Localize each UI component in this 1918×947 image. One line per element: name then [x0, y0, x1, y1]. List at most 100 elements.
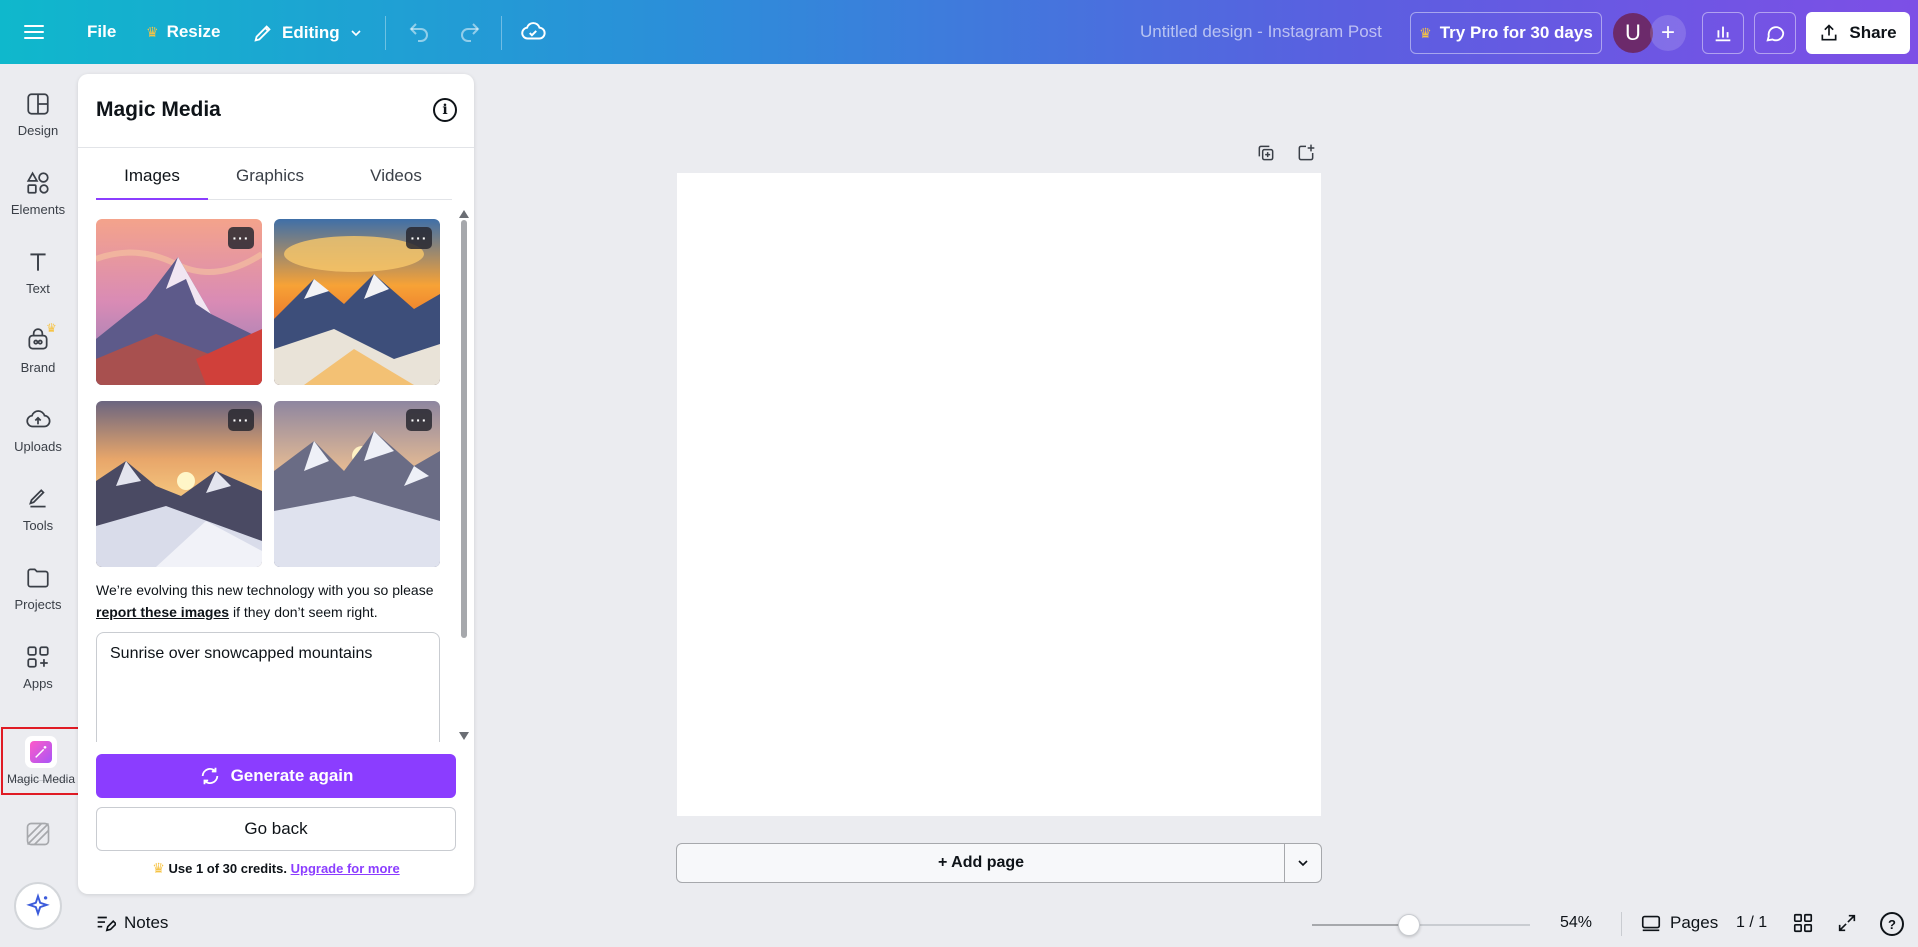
scroll-up-icon[interactable]	[459, 210, 469, 218]
undo-icon	[409, 23, 428, 42]
tab-images[interactable]: Images	[96, 166, 208, 198]
editing-mode-dropdown[interactable]: Editing	[252, 22, 364, 44]
tools-icon	[29, 488, 46, 507]
active-tab-indicator	[96, 198, 208, 200]
sidebar-item-label: Projects	[14, 596, 62, 612]
projects-icon	[27, 567, 49, 588]
go-back-button[interactable]: Go back	[96, 807, 456, 851]
avatar[interactable]: U	[1613, 13, 1653, 53]
more-options-icon[interactable]: ···	[406, 409, 432, 431]
notes-button[interactable]: Notes	[94, 912, 168, 934]
generate-again-button[interactable]: Generate again	[96, 754, 456, 798]
file-menu-button[interactable]: File	[87, 22, 116, 42]
more-options-icon[interactable]: ···	[406, 227, 432, 249]
crown-icon: ♛	[46, 321, 57, 335]
scroll-thumb[interactable]	[461, 220, 467, 638]
generated-image-3[interactable]: ···	[96, 401, 262, 567]
hamburger-icon	[24, 21, 44, 43]
sidebar-item-label: Brand	[20, 359, 56, 375]
panel-title: Magic Media	[96, 98, 221, 121]
top-bar: File ♛ Resize Editing Untitled design - …	[0, 0, 1918, 64]
tab-videos[interactable]: Videos	[340, 166, 452, 198]
text-icon	[30, 252, 46, 271]
magic-assistant-button[interactable]	[14, 882, 62, 930]
design-canvas[interactable]	[677, 173, 1321, 816]
elements-icon	[26, 171, 49, 194]
sidebar-item-label: Uploads	[14, 438, 62, 454]
zoom-slider-handle[interactable]	[1398, 914, 1420, 936]
feedback-notice: We’re evolving this new technology with …	[96, 582, 434, 620]
try-pro-button[interactable]: ♛ Try Pro for 30 days	[1410, 12, 1602, 54]
chevron-down-icon	[1298, 860, 1308, 867]
tab-bar: Images Graphics Videos	[96, 166, 452, 198]
page-count: 1 / 1	[1736, 914, 1768, 931]
generated-image-2[interactable]: ···	[274, 219, 440, 385]
sidebar-item-apps[interactable]: Apps	[0, 631, 76, 703]
credits-info: ♛ Use 1 of 30 credits. Upgrade for more	[152, 860, 400, 876]
generated-image-4[interactable]: ···	[274, 401, 440, 567]
share-button[interactable]: Share	[1806, 12, 1910, 54]
sidebar-item-label: Tools	[22, 517, 54, 533]
notes-icon	[97, 916, 116, 932]
add-page-options-button[interactable]	[1284, 843, 1322, 883]
sidebar-item-label: Magic Media	[6, 772, 76, 786]
redo-icon	[461, 23, 480, 42]
background-pattern-icon[interactable]	[24, 820, 52, 848]
fullscreen-button[interactable]	[1836, 912, 1858, 939]
notes-label: Notes	[124, 913, 169, 932]
sidebar-item-uploads[interactable]: Uploads	[0, 394, 76, 466]
redo-button[interactable]	[455, 14, 485, 50]
generated-image-1[interactable]: ···	[96, 219, 262, 385]
prompt-text: Sunrise over snowcapped mountains	[110, 645, 373, 662]
add-page-icon[interactable]	[1294, 141, 1318, 165]
cloud-save-status[interactable]	[518, 14, 548, 50]
resize-label: Resize	[166, 22, 221, 41]
cloud-check-icon	[521, 22, 546, 40]
sidebar-item-text[interactable]: Text	[0, 236, 76, 308]
zoom-level[interactable]: 54%	[1560, 914, 1592, 932]
upgrade-link[interactable]: Upgrade for more	[291, 861, 400, 876]
panel-scrollbar[interactable]	[458, 210, 470, 740]
sidebar-item-elements[interactable]: Elements	[0, 157, 76, 229]
zoom-slider-fill	[1312, 924, 1408, 926]
add-page-button[interactable]: + Add page	[676, 843, 1286, 883]
tab-graphics[interactable]: Graphics	[214, 166, 326, 198]
sidebar-item-projects[interactable]: Projects	[0, 552, 76, 624]
duplicate-page-icon[interactable]	[1254, 141, 1278, 165]
sidebar-item-design[interactable]: Design	[0, 78, 76, 150]
more-options-icon[interactable]: ···	[228, 409, 254, 431]
comments-button[interactable]	[1754, 12, 1796, 54]
sidebar-item-brand[interactable]: Brand ♛	[0, 315, 76, 387]
document-title[interactable]: Untitled design - Instagram Post	[1140, 22, 1382, 42]
upload-icon	[1821, 24, 1837, 41]
magic-media-icon	[25, 736, 57, 768]
add-collaborator-button[interactable]: +	[1650, 15, 1686, 51]
more-options-icon[interactable]: ···	[228, 227, 254, 249]
help-button[interactable]: ?	[1880, 912, 1904, 936]
grid-view-button[interactable]	[1792, 912, 1814, 939]
insights-button[interactable]	[1702, 12, 1744, 54]
grid-icon	[1793, 913, 1813, 933]
report-images-link[interactable]: report these images	[96, 604, 229, 620]
scroll-down-icon[interactable]	[459, 732, 469, 740]
pages-label: Pages	[1670, 913, 1719, 932]
sidebar-item-magic-media[interactable]: Magic Media	[1, 727, 81, 795]
main-menu-button[interactable]	[24, 20, 52, 44]
plus-icon: +	[1660, 19, 1675, 46]
left-sidebar: Design Elements Text Brand ♛ Uploads Too…	[0, 64, 76, 947]
undo-button[interactable]	[404, 14, 434, 50]
pages-icon	[1641, 915, 1661, 932]
design-icon	[27, 92, 49, 115]
info-icon[interactable]: i	[433, 98, 457, 122]
divider	[78, 147, 474, 148]
resize-button[interactable]: ♛ Resize	[146, 22, 220, 42]
crown-icon: ♛	[146, 23, 159, 40]
prompt-input[interactable]: Sunrise over snowcapped mountains	[96, 632, 440, 742]
chevron-down-icon	[351, 30, 361, 37]
divider	[501, 16, 502, 50]
sidebar-item-tools[interactable]: Tools	[0, 473, 76, 545]
pages-button[interactable]: Pages	[1640, 912, 1718, 934]
bar-chart-icon	[1715, 26, 1731, 42]
page-toolbar	[1254, 141, 1318, 165]
apps-icon	[27, 645, 49, 668]
